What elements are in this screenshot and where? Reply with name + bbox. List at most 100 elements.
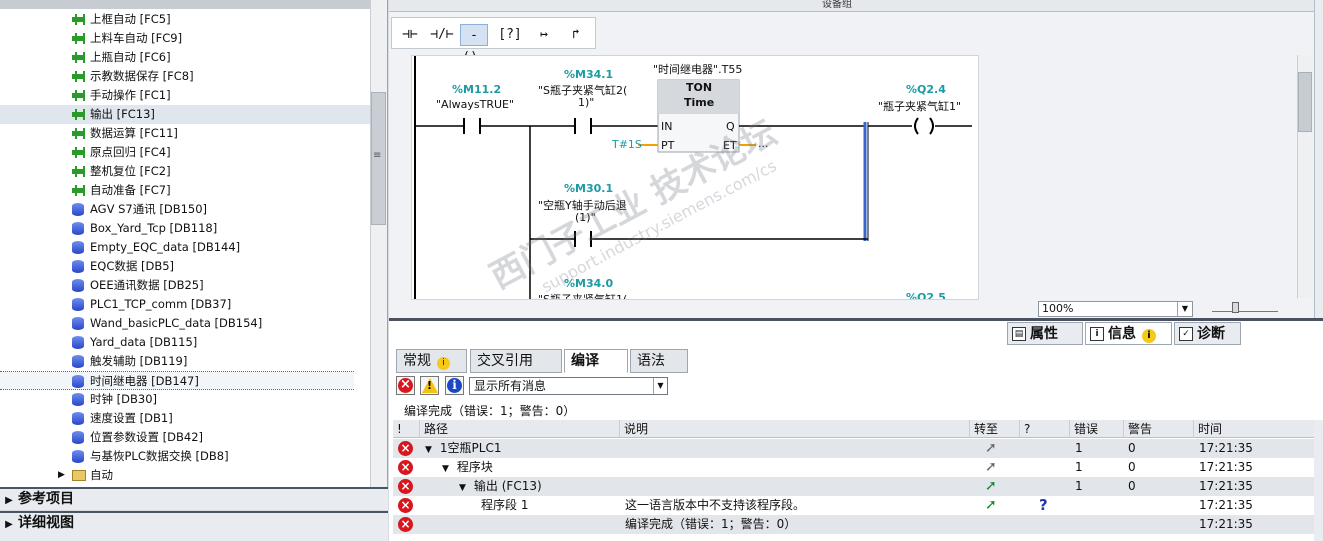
filter-errors-icon[interactable] (396, 376, 415, 395)
empty-box-button[interactable]: [?] (496, 24, 524, 46)
table-header: ! 路径 说明 转至 ? 错误 警告 时间 (393, 420, 1314, 438)
normally-closed-contact-button[interactable]: ⊣/⊢ (428, 24, 456, 46)
chevron-right-icon[interactable]: ▶ (58, 466, 65, 485)
tree-item[interactable]: PLC1_TCP_comm [DB37] (0, 295, 370, 314)
path-cell: ▼ 输出 (FC13) (459, 477, 542, 496)
timer-time: Time (684, 96, 715, 109)
info-badge-icon: i (1142, 329, 1156, 343)
tree-item[interactable]: Yard_data [DB115] (0, 333, 370, 352)
zoom-select[interactable]: 100% (1038, 301, 1193, 317)
chevron-down-icon[interactable]: ▼ (653, 378, 667, 394)
tree-scrollbar[interactable] (370, 0, 387, 487)
expand-icon[interactable]: ▼ (442, 464, 449, 474)
expand-icon[interactable]: ▼ (459, 483, 466, 493)
column-header[interactable]: ? (1019, 420, 1069, 438)
window-layout-icon[interactable]: ▣ ▤ ▾ (1261, 325, 1271, 364)
tab-compile[interactable]: 编译 (564, 349, 628, 373)
tab-general[interactable]: 常规 i (396, 349, 467, 373)
zoom-slider-knob[interactable] (1232, 302, 1239, 313)
errors-cell: 1 (1075, 441, 1083, 455)
column-header[interactable]: ! (393, 420, 419, 438)
goto-arrow-icon[interactable]: ➚ (985, 439, 997, 458)
tab-syntax[interactable]: 语法 (630, 349, 688, 373)
tree-item[interactable]: 手动操作 [FC1] (0, 86, 370, 105)
tree-item[interactable]: 原点回归 [FC4] (0, 143, 370, 162)
tree-item-label: 示教数据保存 [FC8] (90, 69, 194, 83)
expand-icon[interactable]: ▼ (425, 445, 432, 455)
path-text: 输出 (FC13) (473, 479, 542, 493)
fc-block-icon (72, 184, 85, 197)
reference-projects-panel[interactable]: ▶ 参考项目 (0, 487, 388, 510)
tree-item[interactable]: 与基恢PLC数据交换 [DB8] (0, 447, 370, 466)
tab-properties[interactable]: ▤ 属性 (1007, 322, 1083, 345)
details-view-panel[interactable]: ▶ 详细视图 (0, 511, 388, 541)
column-header[interactable]: 路径 (419, 420, 619, 438)
tree-item[interactable]: OEE通讯数据 [DB25] (0, 276, 370, 295)
tree-item[interactable]: 上料车自动 [FC9] (0, 29, 370, 48)
tab-info[interactable]: i 信息 i (1085, 322, 1172, 345)
help-icon[interactable]: ? (1039, 496, 1048, 515)
tree-item[interactable]: 时钟 [DB30] (0, 390, 370, 409)
filter-warnings-icon[interactable] (420, 376, 439, 395)
tab-cross-reference[interactable]: 交叉引用 (470, 349, 562, 373)
tree-item-label: Box_Yard_Tcp [DB118] (90, 221, 218, 235)
tree-item[interactable]: 速度设置 [DB1] (0, 409, 370, 428)
time-cell: 17:21:35 (1199, 441, 1253, 455)
close-branch-button[interactable]: ↱ (562, 24, 590, 46)
editor-scrollbar-thumb[interactable] (1298, 72, 1312, 132)
open-branch-button[interactable]: ↦ (530, 24, 558, 46)
tree-item[interactable]: Wand_basicPLC_data [DB154] (0, 314, 370, 333)
zoom-slider[interactable] (1212, 306, 1278, 312)
table-row[interactable]: × ▼ 程序块 ➚ 1 0 17:21:35 (393, 458, 1314, 477)
grip-icon: ≡ (373, 150, 382, 161)
path-text: 程序块 (456, 460, 493, 474)
filter-info-icon[interactable] (445, 376, 464, 395)
tree-item[interactable]: AGV S7通讯 [DB150] (0, 200, 370, 219)
pt-value[interactable]: T#1S (612, 138, 642, 151)
et-value[interactable]: ... (758, 137, 769, 150)
tree-item[interactable]: 自动准备 [FC7] (0, 181, 370, 200)
output-coil-button[interactable]: -()- (460, 24, 488, 65)
table-row[interactable]: × 程序段 1 这一语言版本中不支持该程序段。 ➚? 17:21:35 (393, 496, 1314, 515)
tab-properties-label: 属性 (1030, 326, 1058, 342)
ladder-canvas[interactable]: %M11.2 "AlwaysTRUE" %M34.1 "S瓶子夹紧气缸2( 1)… (411, 55, 979, 300)
goto-arrow-icon[interactable]: ➚ (985, 458, 997, 477)
column-header[interactable]: 说明 (619, 420, 969, 438)
goto-arrow-icon[interactable]: ➚ (985, 477, 997, 496)
tree-item[interactable]: 时间继电器 [DB147] (0, 371, 354, 390)
message-filter-select[interactable]: 显示所有消息 (469, 377, 668, 395)
column-header[interactable]: 错误 (1069, 420, 1123, 438)
tree-item-label: 自动准备 [FC7] (90, 183, 171, 197)
table-row[interactable]: × ▼ 1空瓶PLC1 ➚ 1 0 17:21:35 (393, 439, 1314, 458)
column-header[interactable]: 警告 (1123, 420, 1193, 438)
fc-block-icon (72, 127, 85, 140)
tree-item[interactable]: 数据运算 [FC11] (0, 124, 370, 143)
tree-item[interactable]: ▶ 自动 (0, 466, 370, 485)
table-row[interactable]: × ▼ 输出 (FC13) ➚ 1 0 17:21:35 (393, 477, 1314, 496)
diagnostics-icon: ✓ (1179, 327, 1193, 341)
column-header[interactable]: 转至 (969, 420, 1019, 438)
tree-item[interactable]: 整机复位 [FC2] (0, 162, 370, 181)
tree-item[interactable]: 上瓶自动 [FC6] (0, 48, 370, 67)
tree-item[interactable]: 上框自动 [FC5] (0, 10, 370, 29)
tab-cross-reference-label: 交叉引用 (477, 353, 533, 369)
table-row[interactable]: × 编译完成（错误：1；警告：0） 17:21:35 (393, 515, 1314, 534)
tree-item[interactable]: 触发辅助 [DB119] (0, 352, 370, 371)
inspector-scrollbar[interactable] (1314, 420, 1323, 541)
time-cell: 17:21:35 (1199, 479, 1253, 493)
tree-item[interactable]: 位置参数设置 [DB42] (0, 428, 370, 447)
description-cell: 编译完成（错误：1；警告：0） (625, 517, 797, 531)
tree-item[interactable]: Box_Yard_Tcp [DB118] (0, 219, 370, 238)
tab-diagnostics[interactable]: ✓ 诊断 (1174, 322, 1241, 345)
goto-arrow-icon[interactable]: ➚ (985, 496, 997, 515)
chevron-down-icon[interactable]: ▼ (1177, 302, 1192, 316)
db-block-icon (72, 412, 84, 425)
tree-item[interactable]: EQC数据 [DB5] (0, 257, 370, 276)
task-card-strip[interactable] (1314, 0, 1323, 318)
normally-open-contact-button[interactable]: ⊣⊢ (396, 24, 424, 46)
tree-item[interactable]: 输出 [FC13] (0, 105, 370, 124)
tree-item[interactable]: 示教数据保存 [FC8] (0, 67, 370, 86)
tree-item[interactable]: Empty_EQC_data [DB144] (0, 238, 370, 257)
column-header[interactable]: 时间 (1193, 420, 1274, 438)
properties-icon: ▤ (1012, 327, 1026, 341)
